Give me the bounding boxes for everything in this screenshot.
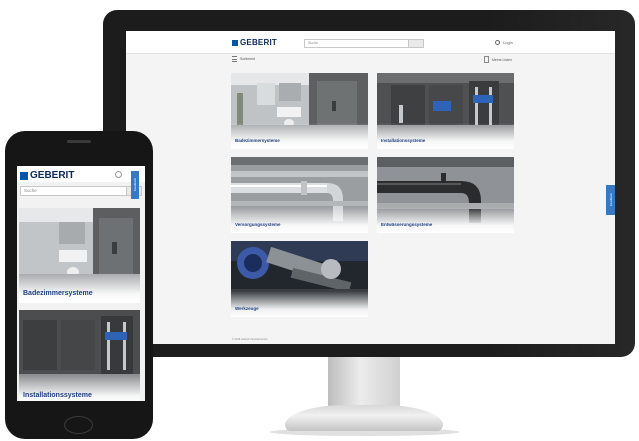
logo-text: GEBERIT xyxy=(240,38,277,47)
card-fade xyxy=(231,291,368,317)
desktop-search-input[interactable]: Suche xyxy=(304,39,424,48)
phone-speaker xyxy=(67,140,91,143)
category-card-versorgung[interactable]: Versorgungssysteme xyxy=(231,157,368,233)
mobile-card-installation[interactable]: Installationssysteme xyxy=(19,310,140,401)
card-fade xyxy=(377,207,514,233)
card-label: Installationssysteme xyxy=(23,392,92,399)
desktop-footer: © 2018 Geberit International AG xyxy=(232,338,268,341)
mobile-search-input[interactable]: Suche xyxy=(20,186,142,196)
card-fade xyxy=(19,273,140,303)
mobile-screen: GEBERIT Suche Badezimmersysteme Installa… xyxy=(17,166,145,401)
desktop-header: GEBERIT Suche Login xyxy=(126,31,615,54)
card-label: Badezimmersysteme xyxy=(235,138,280,143)
card-label: Versorgungssysteme xyxy=(235,222,281,227)
card-label: Badezimmersysteme xyxy=(23,290,93,297)
sortiment-menu[interactable]: Sortiment xyxy=(232,56,255,62)
category-card-werkzeuge[interactable]: Werkzeuge xyxy=(231,241,368,317)
user-icon xyxy=(495,40,500,45)
user-icon[interactable] xyxy=(115,171,122,178)
monitor-neck xyxy=(328,357,400,407)
hamburger-icon xyxy=(232,56,237,62)
card-fade xyxy=(231,123,368,149)
logo-text: GEBERIT xyxy=(30,170,75,181)
logo-square-icon xyxy=(232,39,238,46)
feedback-label: Feedback xyxy=(608,193,613,207)
desktop-screen: GEBERIT Suche Login Sortiment Meine List… xyxy=(126,31,615,344)
my-lists-link[interactable]: Meine Listen xyxy=(484,56,512,63)
card-label: Installationssysteme xyxy=(381,138,426,143)
login-link[interactable]: Login xyxy=(495,40,513,45)
mobile-header: GEBERIT xyxy=(17,166,145,182)
card-label: Entwässerungssysteme xyxy=(381,222,433,227)
sortiment-label: Sortiment xyxy=(240,57,255,61)
mobile-logo[interactable]: GEBERIT xyxy=(20,170,74,181)
monitor-base xyxy=(285,405,443,431)
feedback-label: Feedback xyxy=(133,178,137,192)
category-card-installation[interactable]: Installationssysteme xyxy=(377,73,514,149)
card-fade xyxy=(231,207,368,233)
desktop-feedback-tab[interactable]: Feedback xyxy=(606,185,615,215)
mobile-feedback-tab[interactable]: Feedback xyxy=(131,171,139,199)
logo-square-icon xyxy=(20,171,28,180)
category-card-badezimmer[interactable]: Badezimmersysteme xyxy=(231,73,368,149)
category-card-entwaesserung[interactable]: Entwässerungssysteme xyxy=(377,157,514,233)
mobile-card-badezimmer[interactable]: Badezimmersysteme xyxy=(19,208,140,303)
login-label: Login xyxy=(503,40,513,45)
search-placeholder: Suche xyxy=(24,188,37,193)
phone-home-button xyxy=(64,416,93,434)
search-button[interactable] xyxy=(408,40,423,47)
desktop-logo[interactable]: GEBERIT xyxy=(232,38,277,47)
my-lists-label: Meine Listen xyxy=(492,57,512,62)
search-placeholder: Suche xyxy=(308,41,318,45)
document-icon xyxy=(484,56,489,63)
card-label: Werkzeuge xyxy=(235,306,259,311)
card-fade xyxy=(377,123,514,149)
